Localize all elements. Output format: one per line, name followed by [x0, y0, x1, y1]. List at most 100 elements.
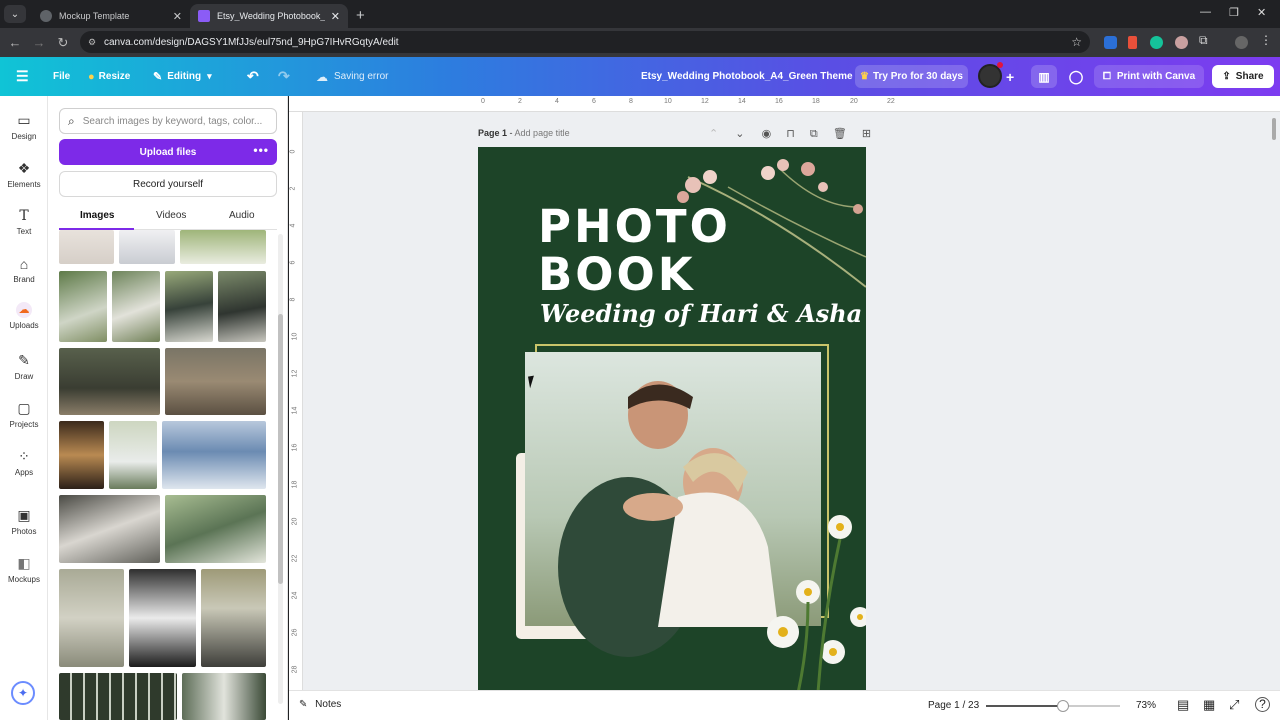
image-thumbnail[interactable]: [165, 271, 213, 342]
hide-page-icon[interactable]: ◉: [762, 128, 772, 140]
menu-icon[interactable]: ☰: [16, 57, 29, 96]
extension-icon[interactable]: [1175, 36, 1188, 49]
tab-videos[interactable]: Videos: [156, 210, 186, 221]
image-thumbnail[interactable]: [165, 495, 266, 563]
close-tab-icon[interactable]: ✕: [331, 10, 340, 23]
tab-title: Mockup Template: [59, 11, 130, 21]
minimize-icon[interactable]: —: [1200, 6, 1211, 18]
wedding-subtitle[interactable]: Weeding of Hari & Asha: [540, 299, 862, 328]
photo-book-title[interactable]: PHOTO BOOK: [538, 203, 731, 299]
fullscreen-icon[interactable]: ⤢: [1229, 697, 1239, 713]
profile-avatar[interactable]: [1235, 36, 1248, 49]
design-page[interactable]: PHOTO BOOK Weeding of Hari & Asha: [478, 147, 866, 690]
page-counter[interactable]: Page 1 / 23: [928, 700, 979, 711]
insights-chart-icon[interactable]: ▥: [1031, 65, 1057, 88]
upload-files-button[interactable]: Upload files •••: [59, 139, 277, 165]
rail-item-design[interactable]: ▭ Design: [0, 112, 48, 141]
magic-assistant-icon[interactable]: ✦: [11, 681, 35, 705]
panel-scrollbar[interactable]: [278, 234, 283, 704]
help-icon[interactable]: ?: [1255, 697, 1270, 712]
image-thumbnail[interactable]: [201, 569, 266, 667]
pages-view-icon[interactable]: ▤: [1177, 697, 1189, 713]
rail-label: Uploads: [9, 321, 39, 330]
image-thumbnail[interactable]: [59, 230, 114, 264]
zoom-slider-handle[interactable]: [1057, 700, 1069, 712]
rail-item-apps[interactable]: ⁘ Apps: [0, 448, 48, 477]
image-thumbnail[interactable]: [112, 271, 160, 342]
image-thumbnail[interactable]: [218, 271, 266, 342]
back-icon[interactable]: ←: [3, 35, 27, 50]
try-pro-button[interactable]: ♛ Try Pro for 30 days: [855, 65, 968, 88]
undo-icon[interactable]: ↶: [247, 57, 259, 96]
rail-item-elements[interactable]: ❖ Elements: [0, 160, 48, 189]
extension-icon[interactable]: [1128, 36, 1137, 49]
editing-dropdown[interactable]: ✎ Editing ▾: [153, 57, 212, 96]
extensions-puzzle-icon[interactable]: ⧉: [1199, 33, 1212, 47]
grammarly-icon[interactable]: [1150, 36, 1163, 49]
image-thumbnail[interactable]: [59, 348, 160, 415]
tab-search-icon[interactable]: ⌄: [4, 5, 26, 23]
zoom-level[interactable]: 73%: [1136, 700, 1156, 711]
site-info-icon[interactable]: ⚙: [88, 37, 96, 48]
image-thumbnail[interactable]: [59, 271, 107, 342]
forward-icon[interactable]: →: [27, 35, 51, 50]
image-thumbnail[interactable]: [129, 569, 196, 667]
image-thumbnail[interactable]: [109, 421, 157, 489]
add-page-icon[interactable]: ⊞: [862, 128, 871, 140]
reload-icon[interactable]: ↻: [51, 35, 75, 51]
rail-item-photos[interactable]: ▣ Photos: [0, 507, 48, 536]
more-options-icon[interactable]: •••: [253, 143, 269, 157]
image-thumbnail[interactable]: [59, 421, 104, 489]
image-search-input[interactable]: ⌕ Search images by keyword, tags, color.…: [59, 108, 277, 134]
add-collaborator-icon[interactable]: +: [1006, 57, 1014, 96]
extension-icon[interactable]: [1104, 36, 1117, 49]
record-yourself-button[interactable]: Record yourself: [59, 171, 277, 197]
rail-label: Mockups: [7, 575, 40, 584]
new-tab-icon[interactable]: +: [356, 7, 365, 24]
tab-audio[interactable]: Audio: [229, 210, 255, 221]
maximize-icon[interactable]: ❐: [1229, 6, 1239, 19]
template-thumbnail[interactable]: [182, 673, 266, 720]
save-status[interactable]: ☁ Saving error: [316, 57, 388, 96]
browser-tab-active[interactable]: Etsy_Wedding Photobook_A4_Green Theme ✕: [190, 4, 348, 28]
tab-images[interactable]: Images: [80, 210, 114, 221]
browser-menu-icon[interactable]: ⋮: [1260, 33, 1273, 47]
file-menu[interactable]: File: [53, 57, 70, 96]
duplicate-page-icon[interactable]: ⧉: [810, 128, 818, 140]
close-window-icon[interactable]: ✕: [1257, 6, 1266, 19]
close-tab-icon[interactable]: ✕: [173, 10, 182, 23]
url-field[interactable]: ⚙ canva.com/design/DAGSY1MfJJs/eul75nd_9…: [80, 31, 1090, 53]
chevron-up-icon[interactable]: ⌃: [709, 128, 718, 140]
rail-item-uploads[interactable]: ☁ Uploads: [0, 302, 48, 330]
page-title-input[interactable]: Add page title: [515, 128, 570, 138]
print-with-canva-button[interactable]: ⧠ Print with Canva: [1094, 65, 1204, 88]
image-thumbnail[interactable]: [180, 230, 266, 264]
image-thumbnail[interactable]: [59, 569, 124, 667]
share-button[interactable]: ⇪ Share: [1212, 65, 1274, 88]
canvas-scrollbar[interactable]: [1272, 118, 1276, 140]
redo-icon[interactable]: ↷: [278, 57, 290, 96]
image-thumbnail[interactable]: [162, 421, 266, 489]
template-thumbnail[interactable]: [59, 673, 177, 720]
rail-item-draw[interactable]: ✎ Draw: [0, 352, 48, 381]
document-title[interactable]: Etsy_Wedding Photobook_A4_Green Theme: [641, 57, 853, 96]
bookmark-star-icon[interactable]: ☆: [1071, 35, 1082, 49]
image-thumbnail[interactable]: [59, 495, 160, 563]
zoom-slider[interactable]: [986, 700, 1120, 712]
image-thumbnail[interactable]: [165, 348, 266, 415]
rail-item-mockups[interactable]: ◧ Mockups: [0, 555, 48, 584]
resize-button[interactable]: ● Resize: [88, 57, 130, 96]
lock-icon[interactable]: ⊓: [786, 128, 795, 140]
grid-view-icon[interactable]: ▦: [1203, 697, 1215, 713]
ruler-tick: 12: [701, 98, 709, 105]
rail-item-projects[interactable]: ▢ Projects: [0, 400, 48, 429]
rail-item-text[interactable]: T Text: [0, 208, 48, 236]
notes-button[interactable]: ✎ Notes: [299, 699, 341, 710]
browser-tab[interactable]: Mockup Template ✕: [32, 4, 190, 28]
image-thumbnail[interactable]: [119, 230, 175, 264]
panel-scroll-thumb[interactable]: [278, 314, 283, 584]
rail-item-brand[interactable]: ⌂ Brand: [0, 256, 48, 284]
comment-icon[interactable]: ◯: [1064, 65, 1088, 88]
chevron-down-icon[interactable]: ⌄: [735, 128, 744, 140]
delete-page-icon[interactable]: 🗑: [833, 128, 847, 140]
